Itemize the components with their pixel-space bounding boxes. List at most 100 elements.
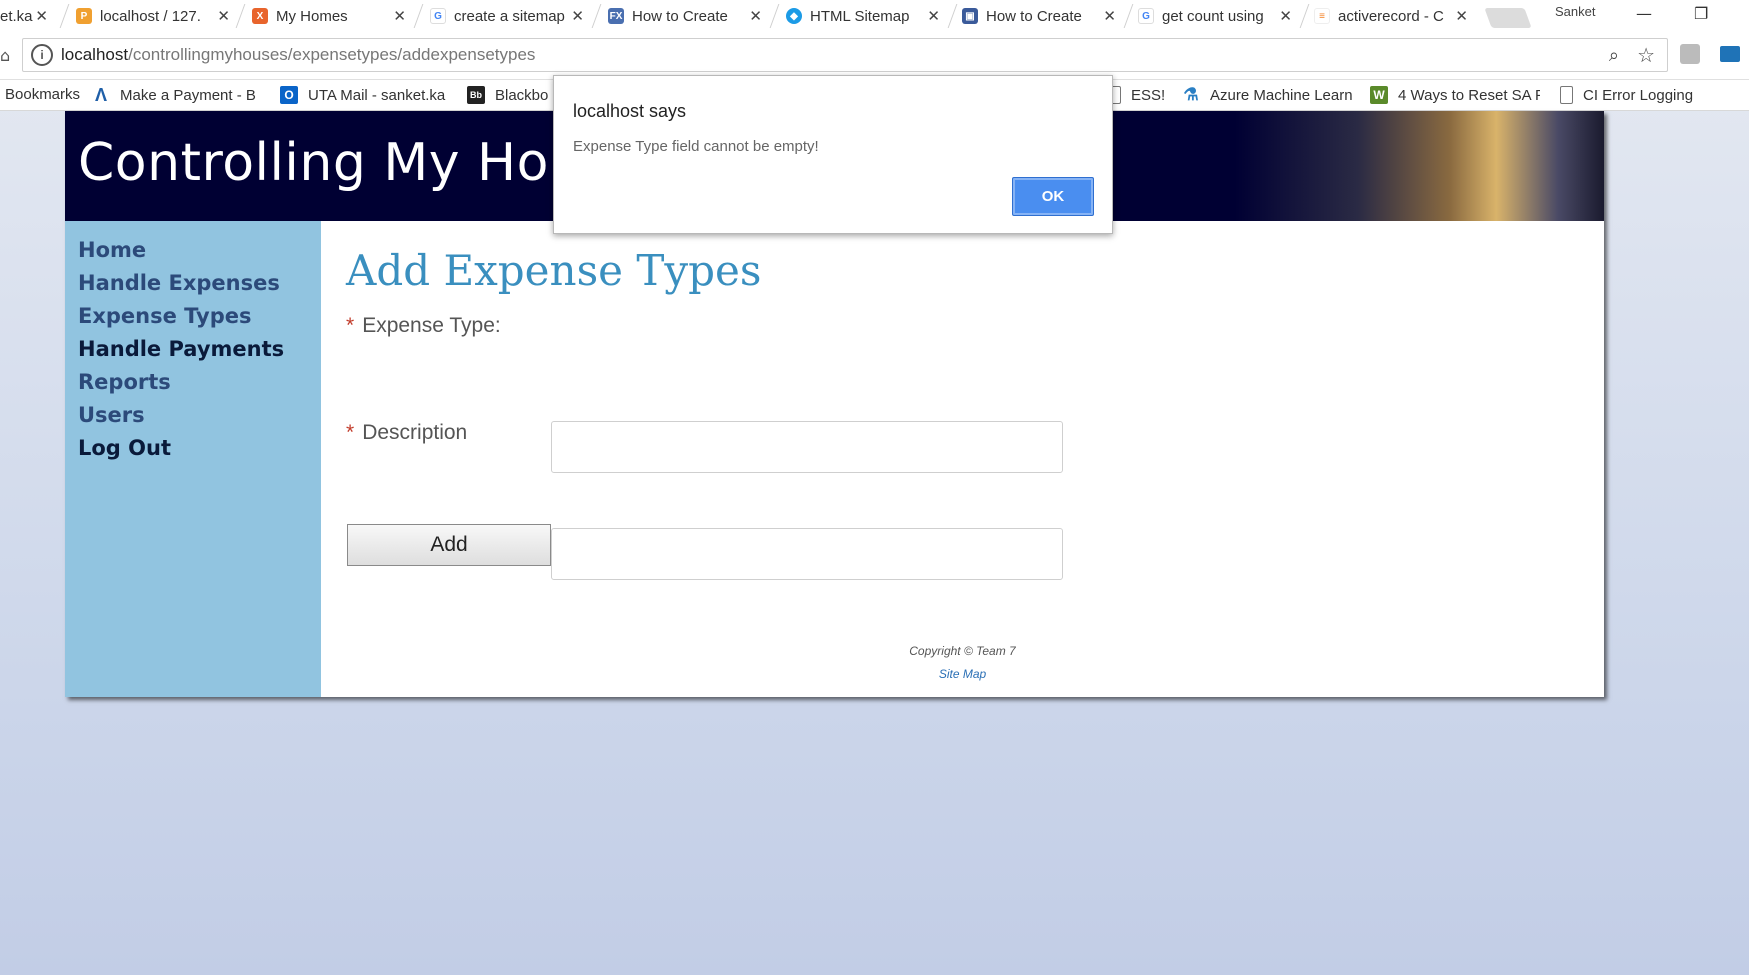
zoom-icon[interactable]: ⌕ <box>1609 45 1619 66</box>
description-input[interactable] <box>551 528 1063 580</box>
extension-icon[interactable] <box>1720 46 1740 62</box>
bookmark-label: Bookmarks <box>5 86 81 103</box>
tab-title: My Homes <box>276 7 348 25</box>
bookmark-label: Blackbo <box>495 86 549 104</box>
required-mark: * <box>346 314 355 337</box>
extension-icon[interactable] <box>1680 44 1700 64</box>
bookmark-item[interactable]: W 4 Ways to Reset SA P <box>1370 86 1540 104</box>
close-icon[interactable]: ✕ <box>1279 7 1292 25</box>
url-path: /controllingmyhouses/expensetypes/addexp… <box>128 45 536 64</box>
tab-divider <box>1299 4 1310 28</box>
nav-reports[interactable]: Reports <box>78 370 171 394</box>
required-mark: * <box>346 421 355 444</box>
fx-icon: FX <box>608 8 624 24</box>
blackboard-icon: Bb <box>467 86 485 104</box>
address-bar: ⌂ i localhost/controllingmyhouses/expens… <box>0 32 1749 80</box>
close-icon[interactable]: ✕ <box>1455 7 1468 25</box>
browser-tab-bar: et.ka ✕ P localhost / 127. ✕ X My Homes … <box>0 0 1749 32</box>
tab-title: create a sitemap <box>454 7 565 25</box>
stackoverflow-icon: ≡ <box>1314 8 1330 24</box>
google-icon: G <box>430 8 446 24</box>
nav-expense-types[interactable]: Expense Types <box>78 304 251 328</box>
browser-tab[interactable]: et.ka ✕ <box>0 0 54 32</box>
browser-tab[interactable]: ≡ activerecord - C ✕ <box>1314 0 1474 32</box>
tab-title: localhost / 127. <box>100 7 201 25</box>
bookmark-item[interactable]: ⚗ Azure Machine Learn <box>1182 86 1352 104</box>
new-tab-button[interactable] <box>1484 8 1532 28</box>
description-label: * Description <box>346 421 468 444</box>
bookmark-item[interactable]: Bb Blackbo <box>467 86 553 104</box>
sidebar: Home Handle Expenses Expense Types Handl… <box>65 221 321 697</box>
info-icon[interactable]: i <box>31 44 53 66</box>
tab-divider <box>1123 4 1134 28</box>
tab-divider <box>235 4 246 28</box>
alert-dialog: localhost says Expense Type field cannot… <box>553 75 1113 234</box>
bookmarks-folder[interactable]: Bookmarks <box>5 86 80 103</box>
payment-icon: Ʌ <box>94 86 107 104</box>
page-icon: ▣ <box>962 8 978 24</box>
tab-divider <box>413 4 424 28</box>
url-input[interactable]: i localhost/controllingmyhouses/expenset… <box>22 38 1668 72</box>
nav-handle-payments[interactable]: Handle Payments <box>78 337 284 361</box>
phpmyadmin-icon: P <box>76 8 92 24</box>
nav-log-out[interactable]: Log Out <box>78 436 171 460</box>
browser-tab[interactable]: G get count using ✕ <box>1138 0 1298 32</box>
close-icon[interactable]: ✕ <box>571 7 584 25</box>
add-button[interactable]: Add <box>347 524 551 566</box>
tab-title: HTML Sitemap <box>810 7 910 25</box>
page-icon <box>1560 86 1573 104</box>
browser-tab[interactable]: FX How to Create ✕ <box>608 0 768 32</box>
tab-title: activerecord - C <box>1338 7 1444 25</box>
profile-name[interactable]: Sanket <box>1555 4 1595 19</box>
footer-copyright: Copyright © Team 7 <box>909 644 1016 658</box>
dialog-message: Expense Type field cannot be empty! <box>573 138 819 155</box>
close-icon[interactable]: ✕ <box>927 7 940 25</box>
google-icon: G <box>1138 8 1154 24</box>
close-icon[interactable]: ✕ <box>35 7 48 25</box>
close-icon[interactable]: ✕ <box>393 7 406 25</box>
tab-title: How to Create <box>632 7 728 25</box>
outlook-icon: O <box>280 86 298 104</box>
bookmark-label: ESS! <box>1131 86 1166 104</box>
browser-tab[interactable]: G create a sitemap ✕ <box>430 0 590 32</box>
close-icon[interactable]: ✕ <box>1103 7 1116 25</box>
bookmark-star-icon[interactable]: ☆ <box>1637 43 1655 68</box>
tab-title: How to Create <box>986 7 1082 25</box>
tab-divider <box>947 4 958 28</box>
page-title: Add Expense Types <box>346 246 762 295</box>
tab-divider <box>59 4 70 28</box>
browser-tab[interactable]: ◆ HTML Sitemap ✕ <box>786 0 946 32</box>
xampp-icon: X <box>252 8 268 24</box>
nav-users[interactable]: Users <box>78 403 145 427</box>
nav-home[interactable]: Home <box>78 238 146 262</box>
bookmark-item[interactable]: Ʌ Make a Payment - B <box>92 86 264 104</box>
tab-divider <box>591 4 602 28</box>
main-content: Add Expense Types * Expense Type: * Descri… <box>321 221 1604 697</box>
bookmark-label: UTA Mail - sanket.ka <box>308 86 446 104</box>
bookmark-item[interactable]: CI Error Logging <box>1560 86 1693 104</box>
sitemap-link[interactable]: Site Map <box>321 667 1604 681</box>
restore-icon[interactable]: ❐ <box>1694 4 1708 23</box>
bookmark-item[interactable]: ESS! <box>1108 86 1165 104</box>
browser-tab-active[interactable]: X My Homes ✕ <box>252 0 412 32</box>
wikihow-icon: W <box>1370 86 1388 104</box>
bookmark-label: CI Error Logging <box>1583 86 1694 104</box>
flask-icon: ⚗ <box>1183 86 1199 104</box>
close-icon[interactable]: ✕ <box>749 7 762 25</box>
expense-type-input[interactable] <box>551 421 1063 473</box>
nav-handle-expenses[interactable]: Handle Expenses <box>78 271 280 295</box>
tab-divider <box>769 4 780 28</box>
minimize-icon[interactable]: — <box>1636 4 1652 23</box>
dialog-title: localhost says <box>573 101 687 121</box>
expense-type-label: * Expense Type: <box>346 314 501 337</box>
url-host: localhost <box>61 45 129 64</box>
bookmark-label: 4 Ways to Reset SA P <box>1398 86 1540 104</box>
tab-title: get count using <box>1162 7 1264 25</box>
close-icon[interactable]: ✕ <box>217 7 230 25</box>
browser-tab[interactable]: P localhost / 127. ✕ <box>76 0 236 32</box>
home-icon[interactable]: ⌂ <box>0 46 10 65</box>
bookmark-item[interactable]: O UTA Mail - sanket.ka <box>280 86 450 104</box>
browser-tab[interactable]: ▣ How to Create ✕ <box>962 0 1122 32</box>
ok-button[interactable]: OK <box>1012 177 1094 216</box>
bookmark-label: Make a Payment - B <box>120 86 256 104</box>
